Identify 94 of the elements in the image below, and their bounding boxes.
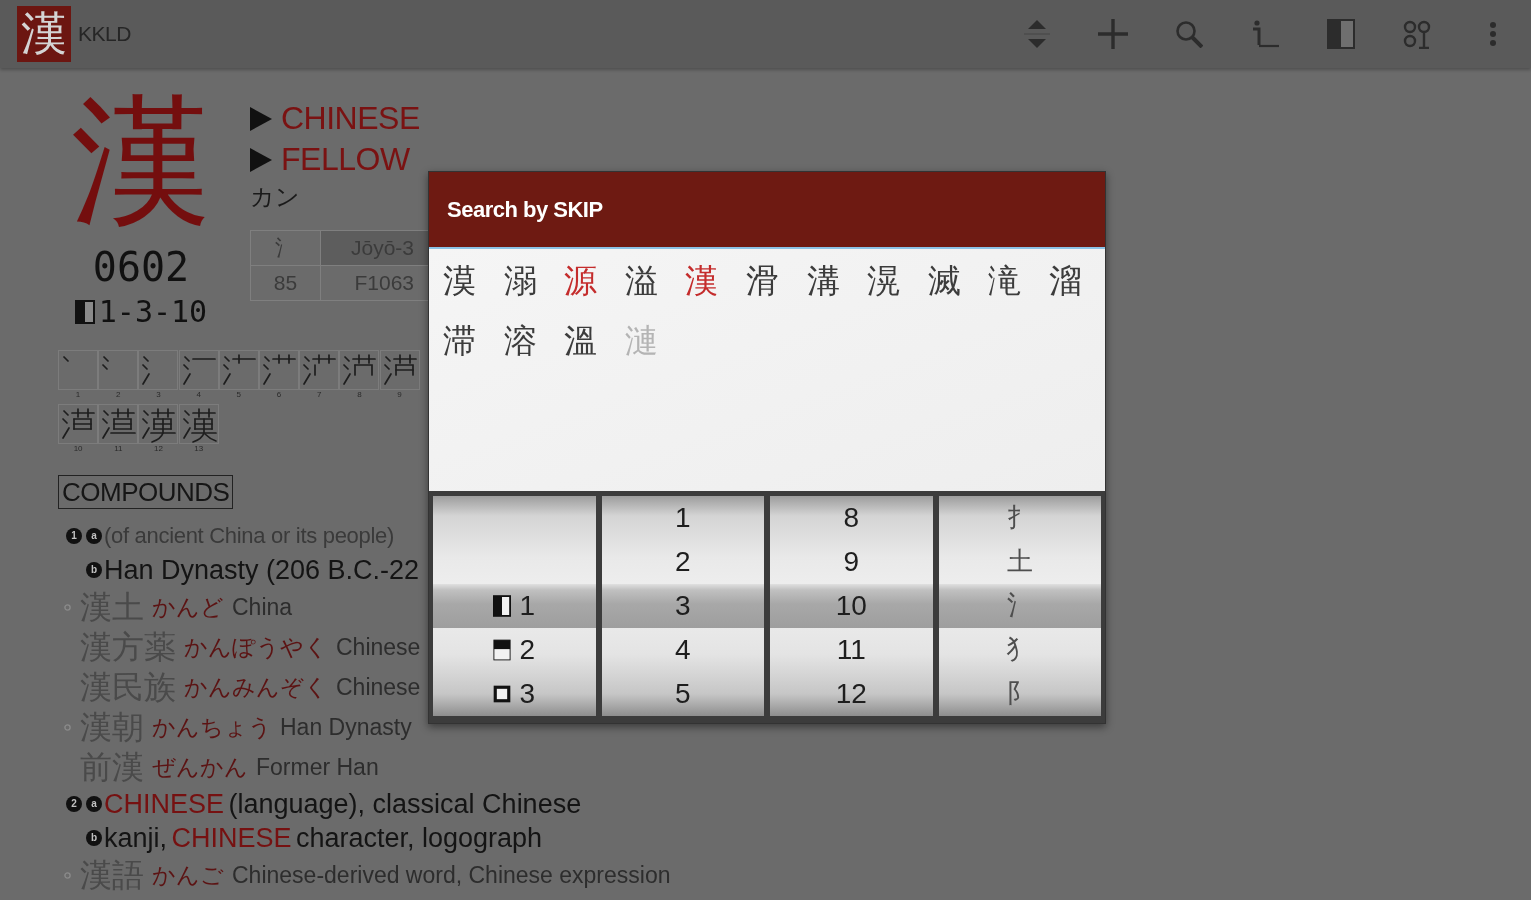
wheel-item[interactable]: 阝 (938, 672, 1101, 716)
stroke-step-icon (98, 350, 139, 390)
picker-wheel[interactable]: 1 2 3 4 5 (601, 496, 764, 716)
stroke-number: 12 (154, 444, 163, 454)
dialog-title: Search by SKIP (447, 196, 603, 223)
stroke-step-icon (58, 404, 99, 444)
kanji-result[interactable]: 滞 (443, 321, 476, 361)
wheel-item[interactable]: 5 (601, 672, 764, 716)
wheel-item[interactable]: 1 (433, 584, 596, 628)
wheel-item[interactable]: 2 (601, 540, 764, 584)
kanji-result[interactable]: 滉 (867, 261, 901, 301)
compound-gloss: Former Han (256, 753, 379, 781)
stroke-step-icon (58, 350, 99, 390)
wheel-item[interactable]: 3 (433, 672, 596, 716)
letter-i-icon (1251, 20, 1279, 48)
kanji-reading: カン (250, 182, 300, 212)
wheel-item[interactable]: 土 (938, 540, 1101, 584)
stroke-step-icon (138, 404, 179, 444)
search-icon (1175, 20, 1203, 48)
skip-pattern-icon (74, 299, 95, 325)
wheel-item[interactable]: 3 (601, 584, 764, 628)
sense-marker: a (86, 796, 102, 812)
compound-gloss: Han Dynasty (280, 713, 412, 741)
wheel-item[interactable]: 9 (770, 540, 933, 584)
stroke-step-icon (178, 404, 219, 444)
kanji-result[interactable]: 源 (564, 261, 598, 301)
compound-reading: かんど (152, 592, 224, 622)
wheel-item[interactable]: 犭 (938, 628, 1101, 672)
stroke-step-icon (299, 350, 340, 390)
wheel-item[interactable]: 10 (770, 584, 933, 628)
stroke-step-icon (259, 350, 300, 390)
kanji-result[interactable]: 溺 (503, 261, 537, 301)
sense-text: CHINESE (language), classical Chinese (104, 788, 582, 820)
stroke-step-icon (98, 404, 139, 444)
kanji-result[interactable]: 滅 (927, 261, 961, 301)
wheel-item[interactable]: 4 (601, 628, 764, 672)
compound-reading: かんご (152, 860, 224, 890)
split-panel-icon (1327, 19, 1355, 49)
stroke-number: 13 (194, 444, 204, 454)
compound-reading: ぜんかん (152, 752, 248, 782)
compound-gloss: Chinese-derived word, Chinese expression (232, 861, 671, 889)
wheel-item[interactable]: 11 (770, 628, 933, 672)
stroke-step-icon (178, 350, 219, 390)
skip-code: 1-3-10 (98, 293, 208, 331)
triangle-bullet-icon (250, 147, 272, 172)
wheel-item[interactable]: 12 (770, 672, 933, 716)
section-heading: COMPOUNDS (58, 475, 234, 509)
wheel-item[interactable]: 扌 (938, 496, 1101, 540)
stroke-number: 11 (114, 444, 123, 454)
kanji-result[interactable]: 溶 (503, 321, 537, 361)
sense-text: kanji, CHINESE character, logograph (104, 822, 543, 854)
compound-gloss: Chinese (336, 633, 421, 661)
stroke-number: 4 (196, 390, 201, 400)
rings-grid-icon (1403, 19, 1431, 49)
sense-marker: 2 (66, 796, 82, 812)
kanji-result[interactable]: 溝 (806, 261, 840, 301)
picker-wheel[interactable]: 8 9 10 11 12 (770, 496, 933, 716)
app-logo: 漢 (17, 6, 71, 62)
skip-pattern-icon (493, 595, 512, 617)
stroke-step-icon (218, 350, 259, 390)
kanji-result[interactable]: 漢 (685, 261, 719, 301)
wheel-item[interactable]: 1 (601, 496, 764, 540)
picker-wheel[interactable]: 扌 土 氵 犭 阝 (938, 496, 1101, 716)
sense-text: Han Dynasty (206 B.C.-22 (104, 554, 420, 586)
wheel-item[interactable]: 氵 (938, 584, 1101, 628)
skip-pattern-icon (493, 639, 512, 661)
compound-gloss: Chinese (336, 673, 421, 701)
headword-kanji: 漢 (71, 92, 211, 232)
compound-reading: かんぽうやく (184, 632, 328, 662)
more-options-icon (1489, 21, 1497, 47)
sense-marker: 1 (66, 528, 82, 544)
kanji-result[interactable]: 溜 (1048, 261, 1082, 301)
vertical-arrows-icon (1024, 19, 1050, 49)
picker-wheel[interactable]: 1 2 3 (433, 496, 596, 716)
stroke-step-icon (138, 350, 179, 390)
kanji-result[interactable]: 滝 (988, 261, 1022, 301)
compound-reading: かんみんぞく (184, 672, 328, 702)
compound-gloss: China (232, 593, 293, 621)
sense-marker: b (86, 562, 102, 578)
kanji-result[interactable]: 溫 (564, 321, 598, 361)
kanji-result[interactable]: 滑 (745, 261, 779, 301)
wheel-item[interactable]: 8 (770, 496, 933, 540)
triangle-bullet-icon (250, 106, 272, 131)
plus-icon (1098, 19, 1128, 49)
wheel-item[interactable]: 2 (433, 628, 596, 672)
stroke-step-icon (339, 350, 380, 390)
kanji-number: 0602 (92, 243, 190, 292)
compound-reading: かんちょう (152, 712, 272, 742)
sense-marker: a (86, 528, 102, 544)
kanji-result[interactable]: 漠 (443, 261, 476, 301)
stroke-step-icon (379, 350, 420, 390)
sense-marker: b (86, 830, 102, 846)
kanji-result[interactable]: 溢 (624, 261, 658, 301)
skip-pattern-icon (493, 683, 512, 705)
